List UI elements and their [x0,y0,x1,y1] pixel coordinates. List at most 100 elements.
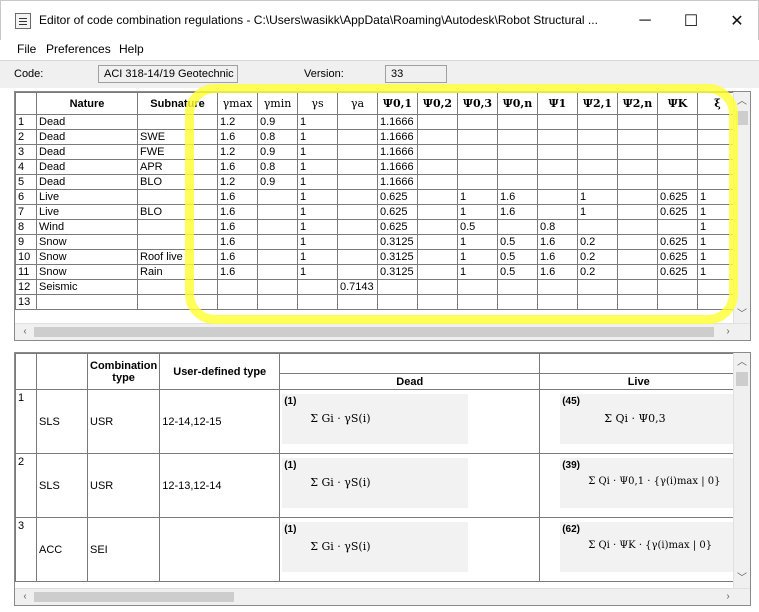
table-row[interactable]: 11 Snow Rain 1.6 1 0.3125 1 0.5 1.6 0.2 0.625 1 [15,264,738,280]
table-row[interactable]: 13 [15,294,738,310]
col-header-combination-type[interactable]: Combination type [86,353,161,390]
scroll-down-arrow-icon[interactable]: ﹀ [734,307,750,323]
grid-cell[interactable] [137,189,218,205]
grid-cell[interactable] [497,279,538,295]
grid-cell[interactable] [137,234,218,250]
grid-cell[interactable]: Dead [36,144,138,160]
grid-cell[interactable]: 1 [297,219,338,235]
col-header-xi[interactable]: ξ [697,92,738,115]
col-header-psi-0-n[interactable]: Ψ0,n [497,92,538,115]
grid-cell[interactable] [617,129,658,145]
grid-cell[interactable]: 1.6 [217,249,258,265]
col-header-psi-2-1[interactable]: Ψ2,1 [577,92,618,115]
grid-cell[interactable] [577,294,618,310]
grid-cell[interactable] [417,264,458,280]
grid-cell[interactable]: 1 [457,189,498,205]
grid-cell[interactable]: 0.625 [377,204,418,220]
grid-cell[interactable] [497,174,538,190]
top-vscroll-thumb[interactable] [736,111,748,125]
grid-cell[interactable]: 0.9 [257,114,298,130]
grid-cell[interactable] [417,129,458,145]
grid-cell[interactable]: 1.6 [217,234,258,250]
grid-cell[interactable]: 0.9 [257,174,298,190]
grid-cell[interactable]: 0.5 [497,249,538,265]
grid-cell[interactable] [617,294,658,310]
grid-cell[interactable]: 1 [297,159,338,175]
grid-cell[interactable] [377,279,418,295]
grid-cell[interactable] [537,189,578,205]
code-field[interactable]: ACI 318-14/19 Geotechnic [98,65,238,83]
top-horizontal-scrollbar[interactable]: ‹ › [15,323,750,340]
grid-cell[interactable] [657,129,698,145]
grid-cell[interactable] [497,219,538,235]
grid-cell[interactable]: 1 [457,204,498,220]
grid-cell[interactable] [577,174,618,190]
scroll-left-arrow-icon[interactable]: ‹ [17,324,33,340]
grid-cell[interactable] [377,294,418,310]
bottom-vscroll-thumb[interactable] [736,372,748,386]
col-header-subnature[interactable]: Subnature [137,92,218,115]
grid-cell[interactable]: Roof live [137,249,218,265]
grid-cell[interactable]: 1 [297,264,338,280]
grid-cell[interactable]: 0.9 [257,144,298,160]
version-field[interactable]: 33 [385,65,447,83]
grid-cell[interactable] [417,114,458,130]
grid-cell[interactable]: 1 [297,129,338,145]
grid-cell[interactable] [337,219,378,235]
grid-cell[interactable] [657,114,698,130]
grid-cell[interactable] [617,159,658,175]
grid-cell[interactable] [617,174,658,190]
grid-cell[interactable]: 1 [697,204,738,220]
grid-cell[interactable]: 1 [297,174,338,190]
grid-cell[interactable] [417,189,458,205]
grid-cell[interactable] [137,114,218,130]
row-combination-type[interactable]: USR [86,389,161,454]
table-row[interactable]: 1 Dead 1.2 0.9 1 1.1666 [15,114,738,130]
bottom-horizontal-scrollbar[interactable]: ‹ › [15,588,750,605]
live-formula-cell[interactable]: (39) Σ Qi · Ψ0,1 · {γ(i)max | 0} [539,453,739,518]
row-user-defined-type[interactable]: 12-13,12-14 [159,453,281,518]
grid-cell[interactable] [337,234,378,250]
grid-cell[interactable] [577,129,618,145]
grid-cell[interactable] [697,279,738,295]
grid-cell[interactable]: 1.6 [537,234,578,250]
grid-cell[interactable] [457,129,498,145]
grid-cell[interactable]: 1 [577,189,618,205]
scroll-up-arrow-icon[interactable]: ︿ [734,94,750,110]
grid-cell[interactable]: 0.7143 [337,279,378,295]
grid-cell[interactable] [657,279,698,295]
table-row[interactable]: 2 SLS USR 12-13,12-14 (1) Σ Gi · γS(i) (… [15,453,739,518]
grid-cell[interactable] [337,144,378,160]
grid-cell[interactable] [657,144,698,160]
maximize-button[interactable]: ☐ [668,1,714,41]
grid-cell[interactable]: 1 [577,204,618,220]
grid-cell[interactable] [257,294,298,310]
grid-cell[interactable]: 1 [697,264,738,280]
top-hscroll-thumb[interactable] [34,327,714,337]
grid-cell[interactable] [697,159,738,175]
table-row[interactable]: 9 Snow 1.6 1 0.3125 1 0.5 1.6 0.2 0.625 1 [15,234,738,250]
grid-cell[interactable] [617,234,658,250]
grid-cell[interactable]: BLO [137,174,218,190]
row-combination-type[interactable]: USR [86,453,161,518]
dead-formula-cell[interactable]: (1) Σ Gi · γS(i) [279,517,541,582]
grid-cell[interactable] [657,219,698,235]
grid-cell[interactable]: 1.2 [217,174,258,190]
dead-formula-cell[interactable]: (1) Σ Gi · γS(i) [279,453,541,518]
grid-cell[interactable]: 1 [457,249,498,265]
grid-cell[interactable]: 1.6 [537,264,578,280]
grid-cell[interactable] [657,174,698,190]
grid-cell[interactable]: BLO [137,204,218,220]
grid-cell[interactable] [537,129,578,145]
grid-cell[interactable] [297,279,338,295]
menu-file[interactable]: File [17,42,36,56]
grid-cell[interactable] [217,279,258,295]
grid-cell[interactable] [657,159,698,175]
grid-cell[interactable]: 1.1666 [377,114,418,130]
grid-cell[interactable] [417,294,458,310]
grid-cell[interactable]: 1.1666 [377,159,418,175]
grid-cell[interactable] [417,144,458,160]
grid-cell[interactable] [537,114,578,130]
grid-cell[interactable]: 1.6 [537,249,578,265]
grid-cell[interactable]: Live [36,204,138,220]
